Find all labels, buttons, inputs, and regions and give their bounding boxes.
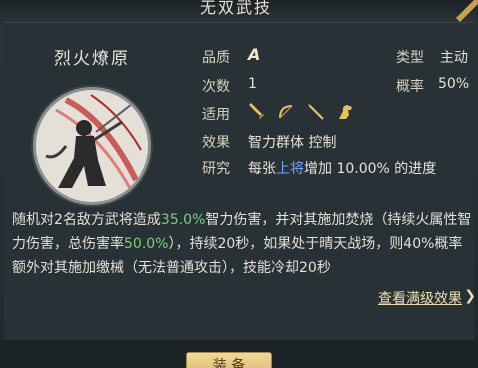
skill-name: 烈火燎原 <box>54 49 130 69</box>
effect-value: 智力群体 控制 <box>248 135 337 151</box>
research-suffix: 增加 10.00% 的进度 <box>304 161 437 177</box>
view-full-level-link[interactable]: 查看满级效果 <box>378 288 462 308</box>
apply-label: 适用 <box>202 107 230 123</box>
equip-button-label: 装 备 <box>212 358 246 368</box>
rate-value: 50% <box>438 76 470 92</box>
research-label: 研究 <box>202 161 230 177</box>
bow-icon <box>279 105 293 119</box>
grade-value: A <box>248 45 261 64</box>
type-label: 类型 <box>396 50 424 66</box>
count-label: 次数 <box>202 79 230 95</box>
warrior-portrait-icon <box>36 90 148 202</box>
desc-value2: 50.0% <box>124 236 169 252</box>
title-strip: 无双武技 <box>0 0 478 22</box>
desc-part1: 随机对2名敌方武将造成 <box>12 212 161 228</box>
horse-icon <box>339 105 352 119</box>
type-value: 主动 <box>440 50 468 66</box>
research-value: 每张上将增加 10.00% 的进度 <box>248 158 436 178</box>
sword-icon <box>249 103 264 119</box>
page-title: 无双武技 <box>200 0 273 17</box>
rate-label: 概率 <box>396 79 424 95</box>
effect-label: 效果 <box>202 135 230 151</box>
count-value: 1 <box>248 76 257 92</box>
research-highlight: 上将 <box>276 161 304 177</box>
skill-detail-screen: 无双武技 烈火燎原 品质 A 类型 主动 次数 1 概率 50% 适用 效果 智… <box>0 0 478 368</box>
skill-portrait <box>36 90 148 202</box>
research-prefix: 每张 <box>248 161 276 177</box>
equip-button[interactable]: 装 备 <box>186 352 272 368</box>
desc-value1: 35.0% <box>160 212 206 228</box>
corner-ornament-icon <box>456 0 478 22</box>
skill-description: 随机对2名敌方武将造成35.0%智力伤害，并对其施加焚烧（持续火属性智力伤害，总… <box>12 208 472 284</box>
chevron-right-icon[interactable]: ❯ <box>464 288 476 304</box>
spear-icon <box>308 104 324 120</box>
grade-label: 品质 <box>202 50 230 66</box>
